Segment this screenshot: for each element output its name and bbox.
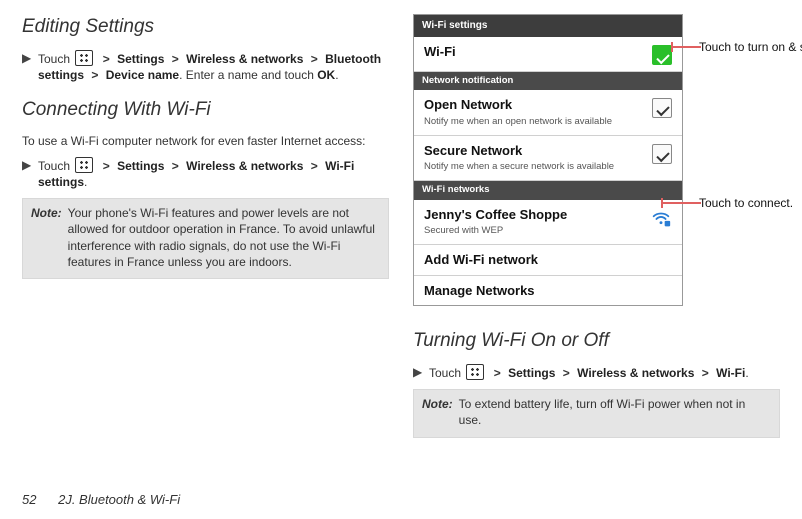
body-connecting: To use a Wi-Fi computer network for even… xyxy=(22,133,389,149)
footer-section: 2J. Bluetooth & Wi-Fi xyxy=(58,492,180,507)
callout-scan: Touch to turn on & scan. xyxy=(699,39,802,55)
phone-row-title: Add Wi-Fi network xyxy=(424,251,672,269)
step-turning: ▶ Touch > Settings > Wireless & networks… xyxy=(413,364,780,381)
page-footer: 52 2J. Bluetooth & Wi-Fi xyxy=(22,491,180,509)
step-arrow-icon: ▶ xyxy=(413,364,423,381)
step-text: Touch xyxy=(38,159,70,173)
callout-connect: Touch to connect. xyxy=(699,195,793,211)
callout-line xyxy=(661,202,701,204)
kw-wifi: Wi-Fi xyxy=(716,366,745,380)
breadcrumb-sep: > xyxy=(172,51,179,67)
step-text: Touch xyxy=(429,366,461,380)
checkbox-checked-icon[interactable] xyxy=(652,45,672,65)
kw-settings: Settings xyxy=(508,366,555,380)
step-arrow-icon: ▶ xyxy=(22,50,32,83)
heading-turning: Turning Wi-Fi On or Off xyxy=(413,328,780,354)
callout-tick xyxy=(661,198,663,208)
page-number: 52 xyxy=(22,492,36,507)
phone-row-open-network[interactable]: Open Network Notify me when an open netw… xyxy=(414,90,682,135)
kw-devicename: Device name xyxy=(106,68,179,82)
breadcrumb-sep: > xyxy=(563,365,570,381)
kw-wireless: Wireless & networks xyxy=(186,159,303,173)
callout-line xyxy=(671,46,701,48)
note-label: Note: xyxy=(422,396,453,428)
heading-editing-settings: Editing Settings xyxy=(22,14,389,40)
step-editing: ▶ Touch > Settings > Wireless & networks… xyxy=(22,50,389,83)
note-body: Your phone's Wi-Fi features and power le… xyxy=(68,205,380,270)
note-body: To extend battery life, turn off Wi-Fi p… xyxy=(459,396,771,428)
phone-row-sub: Notify me when an open network is availa… xyxy=(424,116,652,129)
phone-section-networks: Wi-Fi networks xyxy=(414,181,682,200)
kw-wireless: Wireless & networks xyxy=(186,52,303,66)
note-france: Note: Your phone's Wi-Fi features and po… xyxy=(22,198,389,279)
breadcrumb-sep: > xyxy=(103,51,110,67)
menu-icon xyxy=(75,50,93,66)
menu-icon xyxy=(75,157,93,173)
step-arrow-icon: ▶ xyxy=(22,157,32,190)
heading-connecting: Connecting With Wi-Fi xyxy=(22,97,389,123)
note-label: Note: xyxy=(31,205,62,270)
kw-settings: Settings xyxy=(117,159,164,173)
phone-section-notification: Network notification xyxy=(414,72,682,91)
breadcrumb-sep: > xyxy=(311,158,318,174)
phone-row-title: Wi-Fi xyxy=(424,43,652,61)
phone-row-title: Open Network xyxy=(424,96,652,114)
breadcrumb-sep: > xyxy=(103,158,110,174)
menu-icon xyxy=(466,364,484,380)
phone-row-add-network[interactable]: Add Wi-Fi network xyxy=(414,245,682,276)
checkbox-checked-icon[interactable] xyxy=(652,98,672,118)
step-connecting: ▶ Touch > Settings > Wireless & networks… xyxy=(22,157,389,190)
step-text: Touch xyxy=(38,52,70,66)
breadcrumb-sep: > xyxy=(494,365,501,381)
checkbox-checked-icon[interactable] xyxy=(652,144,672,164)
kw-wireless: Wireless & networks xyxy=(577,366,694,380)
callout-tick xyxy=(671,42,673,52)
kw-ok: OK xyxy=(317,68,335,82)
breadcrumb-sep: > xyxy=(91,67,98,83)
note-battery: Note: To extend battery life, turn off W… xyxy=(413,389,780,437)
phone-row-title: Secure Network xyxy=(424,142,652,160)
phone-row-manage-networks[interactable]: Manage Networks xyxy=(414,276,682,306)
phone-row-title: Jenny's Coffee Shoppe xyxy=(424,206,650,224)
phone-row-secure-network[interactable]: Secure Network Notify me when a secure n… xyxy=(414,136,682,181)
kw-settings: Settings xyxy=(117,52,164,66)
phone-title-bar: Wi-Fi settings xyxy=(414,15,682,37)
wifi-secured-icon xyxy=(650,208,672,230)
step-text: . Enter a name and touch xyxy=(179,68,317,82)
phone-row-sub: Notify me when a secure network is avail… xyxy=(424,161,652,174)
breadcrumb-sep: > xyxy=(172,158,179,174)
phone-row-title: Manage Networks xyxy=(424,282,672,300)
phone-row-wifi-toggle[interactable]: Wi-Fi xyxy=(414,37,682,72)
breadcrumb-sep: > xyxy=(702,365,709,381)
phone-row-sub: Secured with WEP xyxy=(424,225,650,238)
phone-screenshot: Wi-Fi settings Wi-Fi Network notificatio… xyxy=(413,14,683,306)
breadcrumb-sep: > xyxy=(311,51,318,67)
phone-row-coffee[interactable]: Jenny's Coffee Shoppe Secured with WEP xyxy=(414,200,682,245)
